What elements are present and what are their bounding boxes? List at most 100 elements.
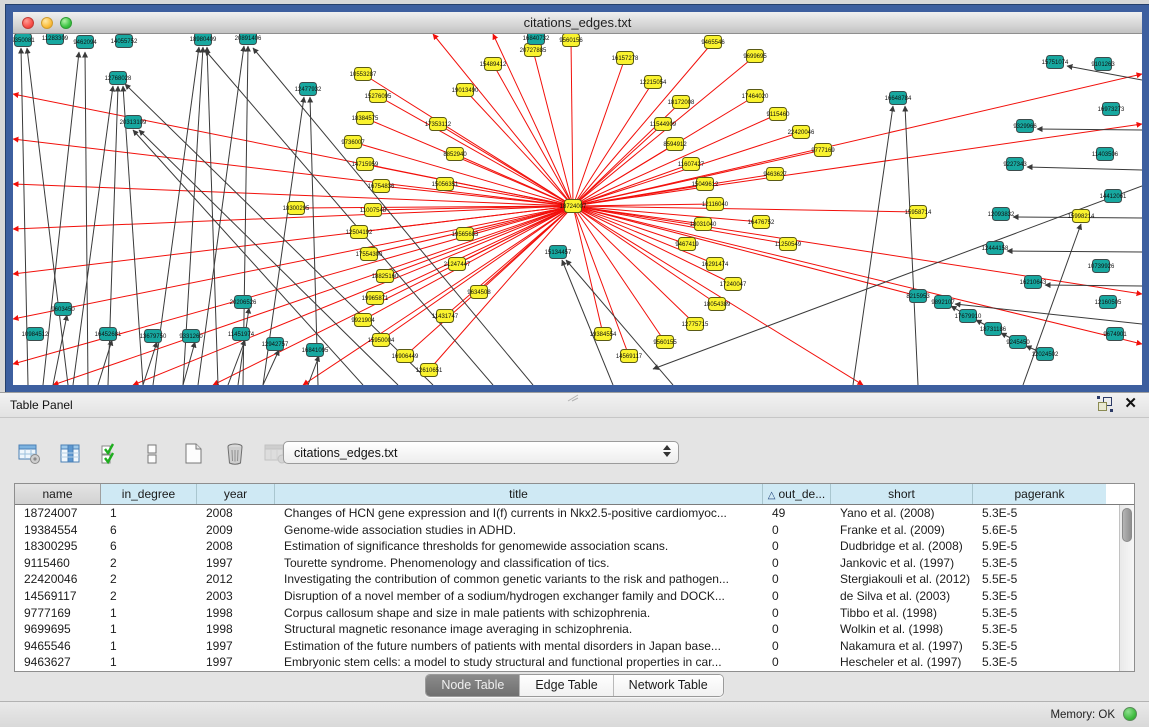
scrollbar-thumb[interactable]	[1122, 508, 1132, 542]
graph-node[interactable]: 10984512	[22, 328, 49, 341]
clear-column-selection-button[interactable]	[139, 441, 167, 467]
panel-resize-grip-icon[interactable]	[566, 394, 580, 402]
network-canvas-svg[interactable]: 1872400710553287152760951838457597360071…	[13, 34, 1142, 385]
column-header-short[interactable]: short	[831, 484, 973, 504]
graph-node[interactable]: 9674901	[1103, 328, 1127, 341]
graph-node[interactable]: 14715959	[352, 158, 379, 171]
graph-edge[interactable]	[85, 52, 88, 385]
graph-node[interactable]: 16476752	[748, 216, 775, 229]
graph-edge[interactable]	[53, 315, 67, 385]
graph-node[interactable]: 20891406	[235, 34, 262, 45]
graph-node[interactable]: 12444158	[982, 242, 1009, 255]
graph-node[interactable]: 9634508	[467, 286, 491, 299]
table-row[interactable]: 2242004622012Investigating the contribut…	[15, 571, 1119, 588]
graph-node[interactable]: 9101263	[1091, 58, 1115, 71]
graph-edge[interactable]	[455, 154, 573, 206]
new-table-button[interactable]	[180, 441, 208, 467]
table-row[interactable]: 1456911722003Disruption of a novel membe…	[15, 588, 1119, 605]
graph-node[interactable]: 13679750	[140, 330, 167, 343]
graph-node[interactable]: 17464020	[742, 90, 769, 103]
graph-node[interactable]: 9560155	[653, 336, 677, 349]
graph-node[interactable]: 9462094	[73, 36, 97, 49]
graph-node[interactable]: 8594912	[663, 138, 687, 151]
graph-node[interactable]: 15489412	[480, 58, 507, 71]
graph-node[interactable]: 20313109	[120, 116, 147, 129]
graph-node[interactable]: 9465546	[701, 36, 725, 49]
column-header-out-degree[interactable]: △out_de...	[763, 484, 831, 504]
graph-node[interactable]: 9699695	[743, 50, 767, 63]
graph-node[interactable]: 8852940	[443, 148, 467, 161]
tab-node-table[interactable]: Node Table	[426, 675, 520, 696]
zoom-window-button[interactable]	[60, 17, 72, 29]
graph-node[interactable]: 22420046	[788, 126, 815, 139]
column-visibility-button[interactable]	[57, 441, 85, 467]
table-options-button[interactable]	[16, 441, 44, 467]
graph-edge[interactable]	[1037, 129, 1142, 130]
table-vertical-scrollbar[interactable]	[1119, 505, 1134, 671]
table-row[interactable]: 1938455462009Genome-wide association stu…	[15, 522, 1119, 539]
column-header-pagerank[interactable]: pagerank	[973, 484, 1106, 504]
graph-edge[interactable]	[207, 47, 218, 385]
graph-node[interactable]: 10739926	[1088, 260, 1115, 273]
graph-edge[interactable]	[573, 206, 695, 324]
graph-node[interactable]: 18300295	[283, 202, 310, 215]
graph-edge[interactable]	[310, 97, 318, 385]
graph-node[interactable]: 11283309	[42, 34, 69, 45]
graph-node[interactable]: 11403506	[1092, 148, 1119, 161]
graph-edge[interactable]	[573, 206, 1142, 344]
graph-node[interactable]: 15134457	[545, 246, 572, 259]
graph-node[interactable]: 15958714	[905, 206, 932, 219]
graph-edge[interactable]	[365, 118, 573, 206]
graph-node[interactable]: 15751074	[1042, 56, 1069, 69]
graph-edge[interactable]	[43, 52, 79, 385]
graph-node[interactable]: 16841095	[302, 344, 329, 357]
graph-edge[interactable]	[253, 48, 533, 385]
graph-node[interactable]: 11607427	[678, 158, 705, 171]
graph-edge[interactable]	[853, 106, 893, 385]
graph-node[interactable]: 9331260	[179, 330, 203, 343]
graph-node[interactable]: 9921904	[351, 314, 375, 327]
graph-edge[interactable]	[573, 206, 603, 334]
graph-node[interactable]: 12504192	[346, 226, 373, 239]
tab-edge-table[interactable]: Edge Table	[520, 675, 613, 696]
close-window-button[interactable]	[22, 17, 34, 29]
graph-node[interactable]: 18980409	[190, 34, 217, 46]
graph-node[interactable]: 20206526	[230, 296, 257, 309]
graph-node[interactable]: 9227343	[1003, 158, 1027, 171]
graph-node[interactable]: 16973273	[1098, 103, 1125, 116]
graph-node[interactable]: 16906449	[392, 350, 419, 363]
graph-node[interactable]: 12477932	[295, 83, 322, 96]
graph-node[interactable]: 12775715	[682, 318, 709, 331]
graph-node[interactable]: 18054389	[704, 298, 731, 311]
graph-node[interactable]: 9329966	[1013, 120, 1037, 133]
graph-edge[interactable]	[493, 64, 573, 206]
tab-network-table[interactable]: Network Table	[614, 675, 723, 696]
graph-node[interactable]: 14055752	[111, 35, 138, 48]
table-row[interactable]: 969969511998Structural magnetic resonanc…	[15, 621, 1119, 638]
graph-node[interactable]: 9115460	[767, 108, 791, 121]
graph-node[interactable]: 18031040	[690, 218, 717, 231]
graph-node[interactable]: 12942757	[262, 338, 289, 351]
graph-edge[interactable]	[1027, 167, 1142, 170]
graph-edge[interactable]	[573, 206, 1142, 294]
delete-table-button[interactable]	[221, 441, 249, 467]
table-row[interactable]: 977716911998Corpus callosum shape and si…	[15, 605, 1119, 622]
table-row[interactable]: 946362711997Embryonic stem cells: a mode…	[15, 654, 1119, 671]
graph-edge[interactable]	[566, 260, 673, 385]
column-header-name[interactable]: name	[15, 484, 101, 504]
graph-edge[interactable]	[228, 340, 245, 385]
graph-edge[interactable]	[573, 74, 1142, 206]
graph-node[interactable]: 9463627	[763, 168, 787, 181]
graph-node[interactable]: 9350081	[13, 34, 35, 47]
graph-edge[interactable]	[573, 206, 918, 212]
graph-node[interactable]: 9560156	[559, 34, 583, 47]
close-panel-icon[interactable]: ✕	[1124, 397, 1137, 411]
graph-node[interactable]: 16648784	[885, 92, 912, 105]
column-header-title[interactable]: title	[275, 484, 763, 504]
graph-edge[interactable]	[533, 50, 573, 206]
graph-edge[interactable]	[98, 340, 112, 385]
column-header-in-degree[interactable]: in_degree	[101, 484, 197, 504]
graph-node[interactable]: 10553287	[350, 68, 377, 81]
graph-edge[interactable]	[375, 206, 573, 298]
graph-node[interactable]: 15056351	[432, 178, 459, 191]
